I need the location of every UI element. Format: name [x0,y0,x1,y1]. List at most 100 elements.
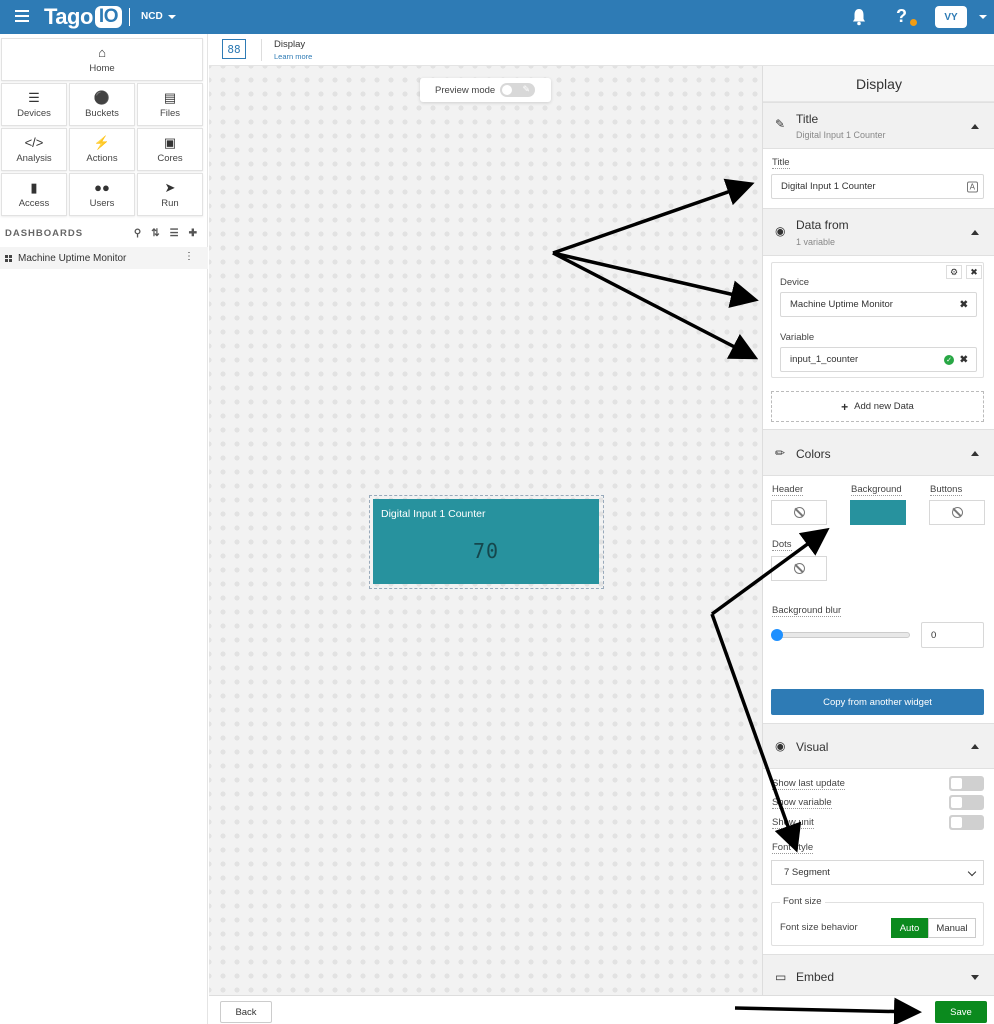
sidebar-item-label: Files [159,108,181,119]
check-icon: ✓ [944,354,954,365]
font-size-manual-button[interactable]: Manual [928,918,976,938]
cores-icon: ▣ [163,135,177,150]
show-last-update-toggle[interactable] [949,776,984,791]
back-button[interactable]: Back [220,1001,272,1023]
font-style-label: Font style [772,842,814,854]
data-source-card: ⚙ ✖ Device Machine Uptime Monitor ✖ Vari… [771,262,984,378]
chevron-up-icon [971,744,979,749]
learn-more-link[interactable]: Learn more [274,52,312,61]
dashboards-title: DASHBOARDS [5,227,84,239]
section-subtitle: 1 variable [796,237,836,247]
dashboard-grid-icon [5,254,12,262]
section-title[interactable]: ✎ Title Digital Input 1 Counter [763,102,994,149]
users-icon: ●● [94,180,110,195]
font-style-select[interactable]: 7 Segment [771,860,984,885]
font-style-value: 7 Segment [784,867,830,878]
add-new-data-label: Add new Data [854,401,914,412]
panel-title: Display [763,66,994,102]
chevron-down-icon [167,14,176,19]
code-icon: </> [24,135,44,150]
add-new-data-button[interactable]: + Add new Data [771,391,984,422]
widget-title: Digital Input 1 Counter [381,508,486,520]
close-icon[interactable]: ✖ [966,265,982,279]
chevron-down-icon[interactable] [979,15,987,19]
chevron-down-icon [967,867,977,877]
brush-icon: ✏ [775,446,786,460]
background-blur-label: Background blur [772,605,842,617]
dots-color-picker[interactable] [771,556,827,581]
search-icon[interactable]: ⚲ [134,228,142,239]
section-name: Embed [796,970,835,984]
section-data-from[interactable]: ◉ Data from 1 variable [763,208,994,256]
device-select[interactable]: Machine Uptime Monitor ✖ [780,292,977,317]
background-blur-slider[interactable] [776,632,910,638]
chevron-down-icon [971,975,979,980]
background-blur-value: 0 [931,629,937,641]
font-size-auto-button[interactable]: Auto [891,918,928,938]
title-field-label: Title [772,157,790,169]
preview-mode-bar: Preview mode ✎ [420,78,551,102]
list-icon[interactable]: ☰ [170,228,180,239]
bell-icon[interactable] [851,8,867,26]
plus-icon: + [841,399,849,414]
close-icon[interactable]: ✖ [960,299,968,310]
variable-select[interactable]: input_1_counter ✓ ✖ [780,347,977,372]
background-color-picker[interactable] [850,500,906,525]
section-visual[interactable]: ◉ Visual [763,723,994,769]
variable-label: Variable [780,332,815,343]
buttons-color-label: Buttons [930,484,963,496]
section-colors[interactable]: ✏ Colors [763,429,994,476]
sidebar-item-files[interactable]: ▤ Files [137,83,203,126]
avatar[interactable]: VY [935,6,967,28]
gear-icon[interactable]: ⚙ [946,265,962,279]
add-icon[interactable]: ✚ [189,228,198,239]
menu-icon[interactable] [15,10,29,22]
sidebar-item-run[interactable]: ➤ Run [137,173,203,216]
translate-icon[interactable]: A [966,181,978,192]
section-embed[interactable]: ▭ Embed [763,954,994,995]
dashboard-item-machine-uptime-monitor[interactable]: Machine Uptime Monitor ⋮ [0,247,208,269]
dots-color-label: Dots [772,539,792,551]
title-input[interactable]: Digital Input 1 Counter A [771,174,984,199]
show-variable-toggle[interactable] [949,795,984,810]
sidebar-item-label: Cores [157,153,183,164]
font-size-group: Font size Font size behavior Auto Manual [771,896,984,946]
toggle-knob [951,817,962,828]
save-button[interactable]: Save [935,1001,987,1023]
profile-name: NCD [141,11,163,22]
sidebar-item-home[interactable]: ⌂ Home [1,38,203,81]
sidebar-item-users[interactable]: ●● Users [69,173,135,216]
logo-divider [129,8,130,26]
buttons-color-picker[interactable] [929,500,985,525]
sidebar-item-actions[interactable]: ⚡ Actions [69,128,135,171]
database-icon: ◉ [775,224,786,238]
show-unit-toggle[interactable] [949,815,984,830]
sidebar-item-buckets[interactable]: ⚫ Buckets [69,83,135,126]
sidebar: ⌂ Home ☰ Devices ⚫ Buckets ▤ Files </> A… [0,34,208,1024]
sort-icon[interactable]: ⇅ [151,228,160,239]
widget-type-title: Display [274,39,306,50]
close-icon[interactable]: ✖ [960,354,968,365]
section-subtitle: Digital Input 1 Counter [796,130,886,140]
header-color-picker[interactable] [771,500,827,525]
copy-from-widget-button[interactable]: Copy from another widget [771,689,984,715]
sidebar-item-access[interactable]: ▮ Access [1,173,67,216]
kebab-menu-icon[interactable]: ⋮ [184,251,194,262]
sidebar-item-label: Devices [17,108,51,119]
preview-mode-toggle[interactable]: ✎ [500,83,535,97]
toggle-knob [502,85,512,95]
sidebar-item-devices[interactable]: ☰ Devices [1,83,67,126]
section-name: Visual [796,740,829,754]
help-icon[interactable]: ? [896,6,907,27]
sidebar-item-cores[interactable]: ▣ Cores [137,128,203,171]
pencil-icon: ✎ [522,84,530,94]
sidebar-item-label: Access [18,198,50,209]
tagoio-logo[interactable]: Tago IO [44,4,122,30]
display-widget[interactable]: Digital Input 1 Counter 70 [373,499,599,584]
devices-icon: ☰ [28,90,40,105]
background-blur-input[interactable]: 0 [921,622,984,648]
font-size-legend: Font size [780,896,825,907]
sidebar-item-analysis[interactable]: </> Analysis [1,128,67,171]
profile-selector[interactable]: NCD [141,11,176,22]
slider-handle[interactable] [771,629,783,641]
